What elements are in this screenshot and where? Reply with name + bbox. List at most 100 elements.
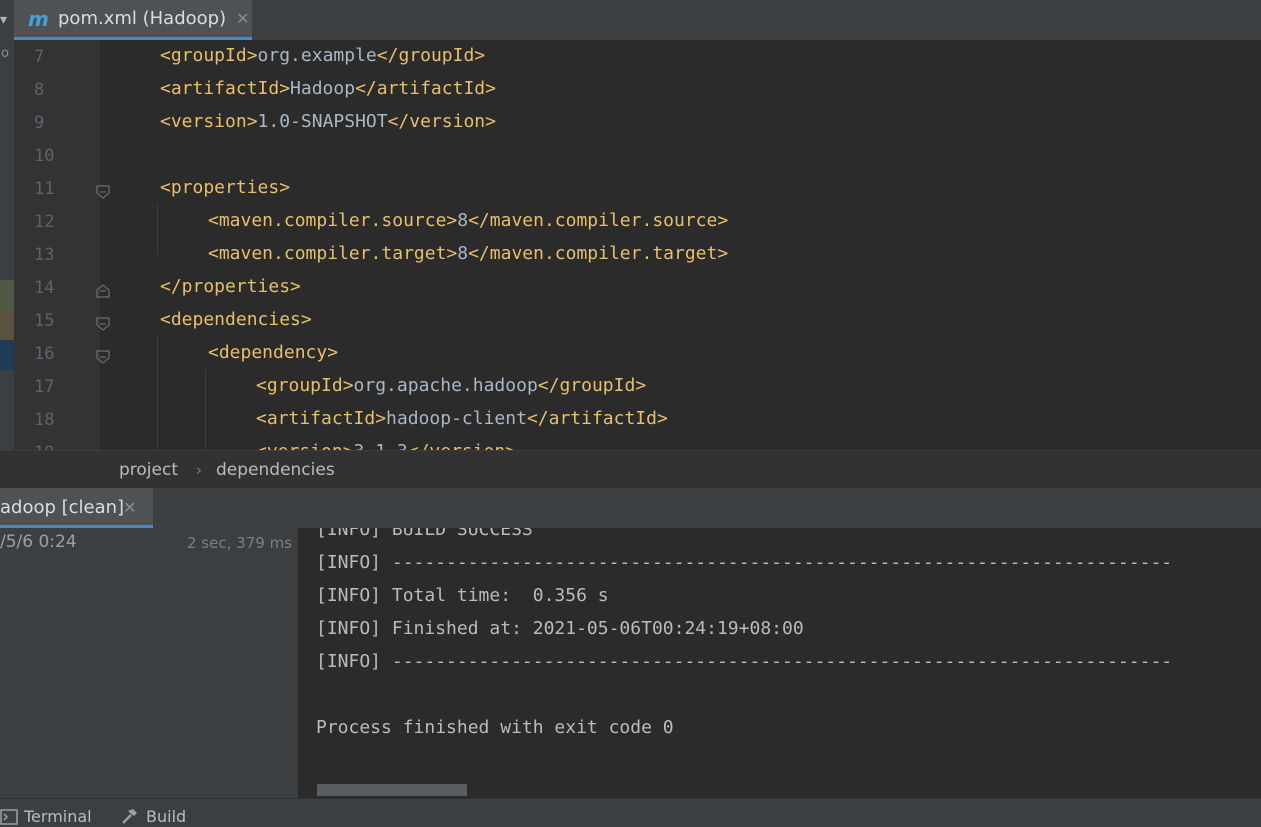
- line-number: 15: [34, 311, 55, 331]
- code-line: <version>3.1.3</version>: [256, 441, 516, 450]
- horizontal-scrollbar[interactable]: [317, 784, 467, 796]
- fold-open-icon[interactable]: [96, 317, 110, 331]
- line-number: 12: [34, 212, 55, 232]
- run-panel-tab-bar: adoop [clean] ✕: [0, 488, 1261, 528]
- xml-tag: <artifactId>: [256, 408, 387, 429]
- code-line: <groupId>org.example</groupId>: [160, 45, 485, 66]
- run-date: /5/6 0:24: [0, 532, 77, 552]
- fold-close-icon[interactable]: [96, 284, 110, 298]
- build-button[interactable]: Build: [120, 807, 186, 826]
- console-line: [INFO] BUILD SUCCESS: [316, 528, 533, 540]
- code-line: <artifactId>hadoop-client</artifactId>: [256, 408, 668, 429]
- line-number: 10: [34, 146, 55, 166]
- xml-tag: <dependencies>: [160, 309, 312, 330]
- terminal-button[interactable]: Terminal: [0, 807, 92, 826]
- xml-tag: </version>: [387, 111, 496, 132]
- left-tool-strip: o: [0, 40, 14, 450]
- line-number: 11: [34, 179, 55, 199]
- code-line: <maven.compiler.source>8</maven.compiler…: [208, 210, 728, 231]
- xml-tag: <version>: [256, 441, 354, 450]
- code-line: </properties>: [160, 276, 301, 297]
- terminal-label: Terminal: [24, 807, 92, 826]
- xml-tag: </groupId>: [376, 45, 486, 66]
- tab-title: pom.xml (Hadoop): [58, 8, 227, 29]
- xml-tag: </artifactId>: [526, 408, 668, 429]
- console-line: [INFO] Finished at: 2021-05-06T00:24:19+…: [316, 618, 804, 639]
- run-tab-title: adoop [clean]: [0, 497, 125, 518]
- xml-text: 3.1.3: [354, 441, 408, 450]
- fold-open-icon[interactable]: [96, 185, 110, 199]
- xml-text: org.example: [257, 45, 377, 66]
- maven-m-icon: m: [28, 6, 49, 31]
- xml-tag: <artifactId>: [160, 78, 291, 99]
- code-line: <groupId>org.apache.hadoop</groupId>: [256, 375, 646, 396]
- xml-tag: </properties>: [160, 276, 301, 297]
- code-line: <version>1.0-SNAPSHOT</version>: [160, 111, 496, 132]
- xml-text: hadoop-client: [386, 408, 527, 429]
- console-line: [INFO] Total time: 0.356 s: [316, 585, 609, 606]
- xml-text: 8: [457, 243, 469, 264]
- console-line: [INFO] ---------------------------------…: [316, 552, 1173, 573]
- line-number: 13: [34, 245, 55, 265]
- xml-tag: </version>: [408, 441, 516, 450]
- strip-marker: [0, 280, 14, 310]
- xml-tag: <dependency>: [208, 342, 339, 363]
- close-icon[interactable]: ✕: [123, 498, 136, 517]
- fold-open-icon[interactable]: [96, 350, 110, 364]
- xml-tag: <properties>: [160, 177, 291, 198]
- code-editor[interactable]: o 78910111213141516171819 <groupId>org.e…: [0, 40, 1261, 450]
- breadcrumb-separator: ›: [196, 461, 202, 479]
- breadcrumb-item-project[interactable]: project: [119, 460, 178, 480]
- xml-text: 1.0-SNAPSHOT: [257, 111, 388, 132]
- indent-guide: [157, 336, 158, 450]
- xml-tag: </groupId>: [537, 375, 647, 396]
- xml-tag: </maven.compiler.source>: [468, 210, 729, 231]
- console-line: Process finished with exit code 0: [316, 717, 674, 738]
- line-number: 17: [34, 377, 55, 397]
- code-line: <dependency>: [208, 342, 338, 363]
- line-number: 9: [34, 113, 45, 133]
- xml-text: org.apache.hadoop: [353, 375, 538, 396]
- line-number: 16: [34, 344, 55, 364]
- code-line: <artifactId>Hadoop</artifactId>: [160, 78, 496, 99]
- run-tree-item[interactable]: /5/6 0:24 2 sec, 379 ms: [0, 528, 298, 558]
- indent-guide: [205, 369, 206, 450]
- tab-run-hadoop-clean[interactable]: adoop [clean] ✕: [0, 488, 153, 528]
- hammer-icon: [122, 808, 137, 824]
- strip-marker: [0, 310, 14, 340]
- strip-label: o: [1, 46, 9, 61]
- bottom-tool-bar: Terminal Build: [0, 798, 1261, 827]
- editor-tab-bar: ▾ m pom.xml (Hadoop) ✕: [0, 0, 1261, 40]
- code-line: <dependencies>: [160, 309, 312, 330]
- xml-tag: <groupId>: [256, 375, 354, 396]
- indent-guide: [157, 205, 158, 254]
- line-number: 7: [34, 47, 45, 67]
- xml-text: 8: [457, 210, 469, 231]
- xml-text: Hadoop: [290, 78, 356, 99]
- xml-tag: <maven.compiler.source>: [208, 210, 458, 231]
- run-tree: /5/6 0:24 2 sec, 379 ms: [0, 528, 299, 798]
- line-number: 18: [34, 410, 55, 430]
- line-number: 19: [34, 443, 64, 450]
- code-line: <maven.compiler.target>8</maven.compiler…: [208, 243, 728, 264]
- tab-pom-xml[interactable]: m pom.xml (Hadoop) ✕: [14, 0, 252, 40]
- line-number: 8: [34, 80, 45, 100]
- breadcrumb: project › dependencies: [0, 450, 1261, 489]
- xml-tag: <version>: [160, 111, 258, 132]
- breadcrumb-item-dependencies[interactable]: dependencies: [216, 460, 335, 480]
- strip-marker: [0, 340, 14, 370]
- code-line: <properties>: [160, 177, 290, 198]
- xml-tag: <maven.compiler.target>: [208, 243, 458, 264]
- console-line: [INFO] ---------------------------------…: [316, 651, 1173, 672]
- line-number: 14: [34, 278, 55, 298]
- run-duration: 2 sec, 379 ms: [187, 534, 292, 552]
- terminal-icon: [0, 808, 18, 825]
- xml-tag: </artifactId>: [355, 78, 496, 99]
- xml-tag: <groupId>: [160, 45, 258, 66]
- line-number-gutter: 7 8 9 10 11 12 13 14 15 16 17 18 19: [14, 40, 100, 450]
- tab-overflow-chevron-icon[interactable]: ▾: [0, 0, 8, 40]
- close-icon[interactable]: ✕: [236, 9, 249, 28]
- build-label: Build: [146, 807, 187, 826]
- console-output[interactable]: [INFO] BUILD SUCCESS [INFO] -------------…: [299, 528, 1261, 798]
- xml-tag: </maven.compiler.target>: [468, 243, 729, 264]
